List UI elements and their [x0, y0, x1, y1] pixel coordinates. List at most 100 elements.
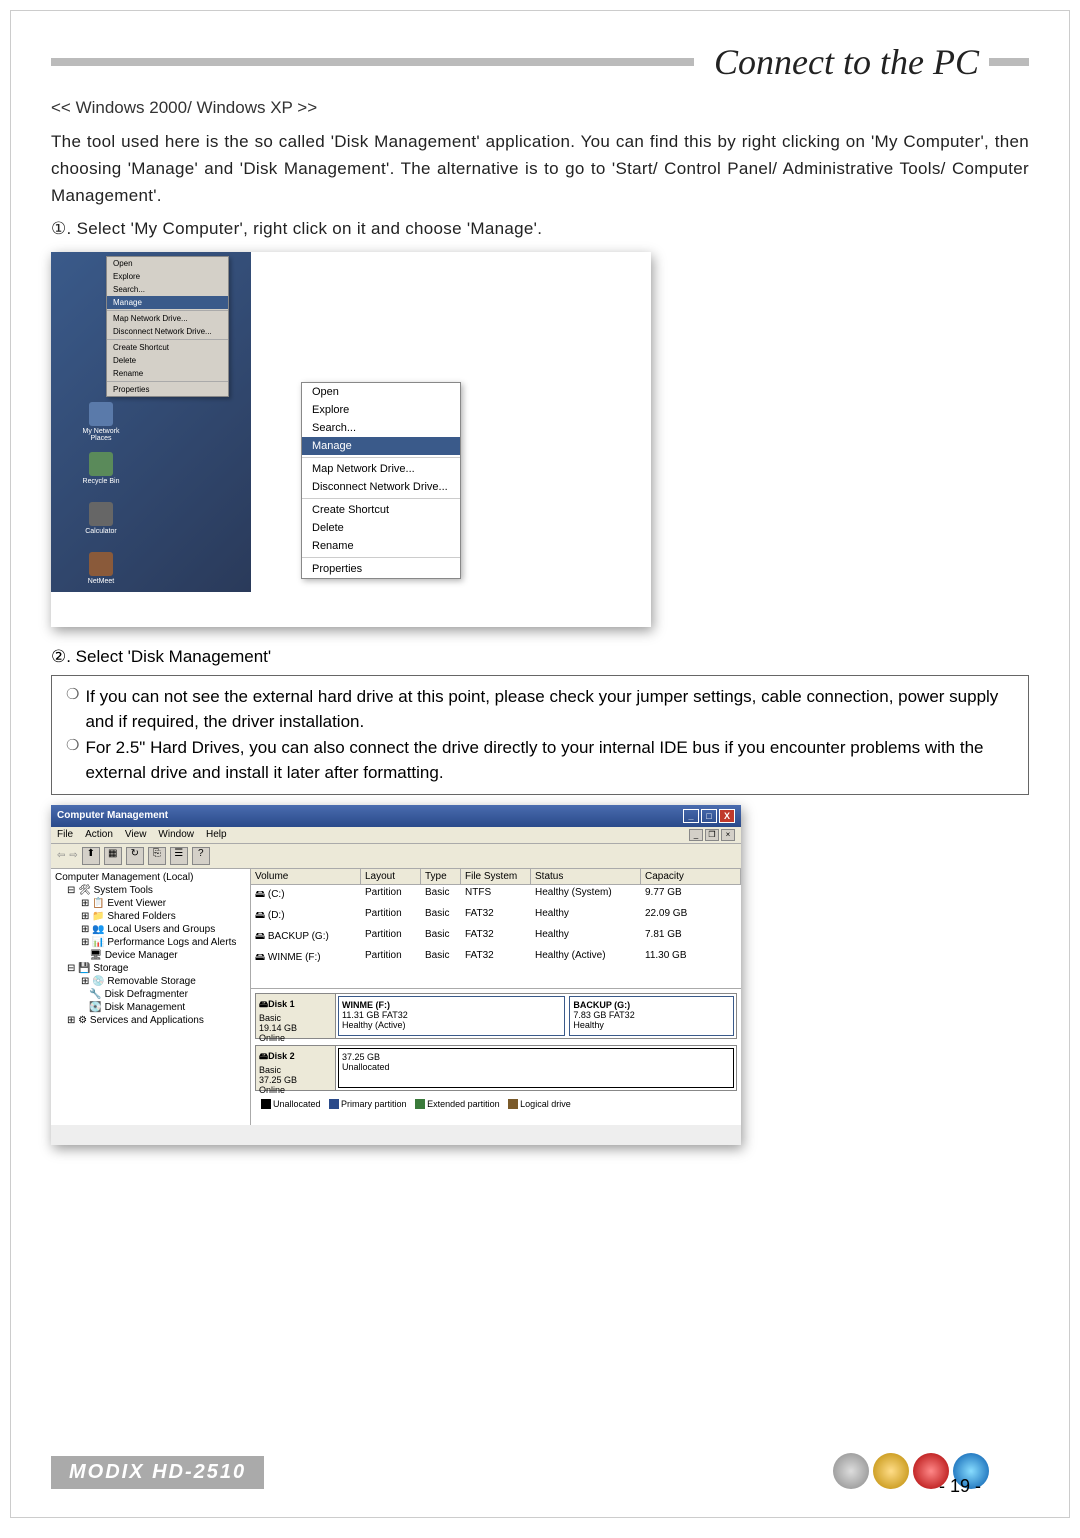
tree-users[interactable]: ⊞ 👥 Local Users and Groups — [53, 923, 248, 936]
menu-view[interactable]: View — [125, 829, 147, 841]
note-1: If you can not see the external hard dri… — [85, 684, 1014, 735]
calculator-icon — [89, 502, 113, 526]
tree-removable[interactable]: ⊞ 💿 Removable Storage — [53, 975, 248, 988]
cm1-delete[interactable]: Delete — [107, 354, 228, 367]
bullet-icon: ❍ — [66, 684, 79, 735]
header-line-right — [989, 58, 1029, 66]
cm2-shortcut[interactable]: Create Shortcut — [302, 501, 460, 519]
toolbar: ⇦ ⇨ ⬆ ▦ ↻ ⎘ ☰ ? — [51, 844, 741, 869]
desktop-icon-netmeet[interactable]: NetMeet — [81, 552, 121, 585]
tree-services[interactable]: ⊞ ⚙ Services and Applications — [53, 1014, 248, 1027]
cm2-explore[interactable]: Explore — [302, 401, 460, 419]
tree-diskmgmt[interactable]: 💽 Disk Management — [53, 1001, 248, 1014]
recycle-bin-icon — [89, 452, 113, 476]
cm2-disconnect[interactable]: Disconnect Network Drive... — [302, 478, 460, 496]
footer-brand: MODIX HD-2510 — [51, 1456, 264, 1489]
cm2-map[interactable]: Map Network Drive... — [302, 460, 460, 478]
cm2-delete[interactable]: Delete — [302, 519, 460, 537]
mdi-restore[interactable]: ❐ — [705, 829, 719, 841]
desktop-icon-recycle[interactable]: Recycle Bin — [81, 452, 121, 485]
disk2-unallocated[interactable]: 37.25 GB Unallocated — [338, 1048, 734, 1088]
close-button[interactable]: X — [719, 809, 735, 823]
menu-window[interactable]: Window — [158, 829, 194, 841]
cm1-rename[interactable]: Rename — [107, 367, 228, 380]
minimize-button[interactable]: _ — [683, 809, 699, 823]
cm2-properties[interactable]: Properties — [302, 560, 460, 578]
volume-row[interactable]: 🖴 WINME (F:)PartitionBasicFAT32Healthy (… — [251, 948, 741, 969]
volume-row[interactable]: 🖴 (D:)PartitionBasicFAT32Healthy22.09 GB — [251, 906, 741, 927]
tree-shared[interactable]: ⊞ 📁 Shared Folders — [53, 910, 248, 923]
back-icon[interactable]: ⇦ — [57, 850, 65, 861]
window-titlebar[interactable]: Computer Management _ □ X — [51, 805, 741, 827]
mdi-minimize[interactable]: _ — [689, 829, 703, 841]
mdi-close[interactable]: × — [721, 829, 735, 841]
cm2-rename[interactable]: Rename — [302, 537, 460, 555]
tree-root[interactable]: Computer Management (Local) — [53, 871, 248, 884]
desktop-icon-network[interactable]: My Network Places — [81, 402, 121, 442]
tree-perf[interactable]: ⊞ 📊 Performance Logs and Alerts — [53, 936, 248, 949]
volume-list[interactable]: Volume Layout Type File System Status Ca… — [251, 869, 741, 989]
up-icon[interactable]: ⬆ — [82, 847, 100, 865]
cm1-explore[interactable]: Explore — [107, 270, 228, 283]
cm2-search[interactable]: Search... — [302, 419, 460, 437]
desktop-icon-calculator[interactable]: Calculator — [81, 502, 121, 535]
disk-2-label: 🖴Disk 2 Basic 37.25 GB Online — [256, 1046, 336, 1090]
partition-legend: Unallocated Primary partition Extended p… — [255, 1097, 737, 1112]
cm1-manage[interactable]: Manage — [107, 296, 228, 309]
screenshot-disk-management: Computer Management _ □ X File Action Vi… — [51, 805, 741, 1145]
forward-icon[interactable]: ⇨ — [69, 850, 77, 861]
disk-1-label: 🖴Disk 1 Basic 19.14 GB Online — [256, 994, 336, 1038]
bullet-icon: ❍ — [66, 735, 79, 786]
cm1-map[interactable]: Map Network Drive... — [107, 312, 228, 325]
icon-label: Recycle Bin — [83, 478, 120, 485]
intro-paragraph: The tool used here is the so called 'Dis… — [51, 128, 1029, 210]
menu-action[interactable]: Action — [85, 829, 113, 841]
disk-1-row[interactable]: 🖴Disk 1 Basic 19.14 GB Online WINME (F:)… — [255, 993, 737, 1039]
refresh-icon[interactable]: ↻ — [126, 847, 144, 865]
col-type[interactable]: Type — [421, 869, 461, 884]
col-fs[interactable]: File System — [461, 869, 531, 884]
step-1: ①. Select 'My Computer', right click on … — [51, 215, 1029, 242]
tree-defrag[interactable]: 🔧 Disk Defragmenter — [53, 988, 248, 1001]
icon-label: NetMeet — [88, 578, 114, 585]
tree-eventviewer[interactable]: ⊞ 📋 Event Viewer — [53, 897, 248, 910]
context-menu-small: Open Explore Search... Manage Map Networ… — [106, 256, 229, 397]
disk-graphic-pane[interactable]: 🖴Disk 1 Basic 19.14 GB Online WINME (F:)… — [251, 989, 741, 1125]
cm2-open[interactable]: Open — [302, 383, 460, 401]
volume-row[interactable]: 🖴 BACKUP (G:)PartitionBasicFAT32Healthy7… — [251, 927, 741, 948]
cm2-manage[interactable]: Manage — [302, 437, 460, 455]
tree-storage[interactable]: ⊟ 💾 Storage — [53, 962, 248, 975]
volume-row[interactable]: 🖴 (C:)PartitionBasicNTFSHealthy (System)… — [251, 885, 741, 906]
tree-systools[interactable]: ⊟ 🛠 System Tools — [53, 884, 248, 897]
cm1-search[interactable]: Search... — [107, 283, 228, 296]
disk1-partition-backup[interactable]: BACKUP (G:) 7.83 GB FAT32 Healthy — [569, 996, 734, 1036]
page-number: - 19 - — [939, 1476, 981, 1497]
window-title: Computer Management — [57, 810, 168, 821]
step-2: ②. Select 'Disk Management' — [51, 647, 1029, 667]
col-status[interactable]: Status — [531, 869, 641, 884]
help-icon[interactable]: ? — [192, 847, 210, 865]
menubar: File Action View Window Help _ ❐ × — [51, 827, 741, 844]
export-icon[interactable]: ⎘ — [148, 847, 166, 865]
disk1-partition-winme[interactable]: WINME (F:) 11.31 GB FAT32 Healthy (Activ… — [338, 996, 565, 1036]
disk-2-row[interactable]: 🖴Disk 2 Basic 37.25 GB Online 37.25 GB U… — [255, 1045, 737, 1091]
col-volume[interactable]: Volume — [251, 869, 361, 884]
tree-devmgr[interactable]: 🖥 Device Manager — [53, 949, 248, 962]
maximize-button[interactable]: □ — [701, 809, 717, 823]
note-block: ❍If you can not see the external hard dr… — [51, 675, 1029, 795]
menu-help[interactable]: Help — [206, 829, 227, 841]
cm1-disconnect[interactable]: Disconnect Network Drive... — [107, 325, 228, 338]
note-2: For 2.5" Hard Drives, you can also conne… — [85, 735, 1014, 786]
header-line-left — [51, 58, 694, 66]
col-capacity[interactable]: Capacity — [641, 869, 741, 884]
col-layout[interactable]: Layout — [361, 869, 421, 884]
tree-pane[interactable]: Computer Management (Local) ⊟ 🛠 System T… — [51, 869, 251, 1125]
menu-file[interactable]: File — [57, 829, 73, 841]
cm1-shortcut[interactable]: Create Shortcut — [107, 341, 228, 354]
cm1-properties[interactable]: Properties — [107, 383, 228, 396]
tree-icon[interactable]: ▦ — [104, 847, 122, 865]
icon-label: Calculator — [85, 528, 117, 535]
context-menu-large: Open Explore Search... Manage Map Networ… — [301, 382, 461, 579]
properties-icon[interactable]: ☰ — [170, 847, 188, 865]
cm1-open[interactable]: Open — [107, 257, 228, 270]
